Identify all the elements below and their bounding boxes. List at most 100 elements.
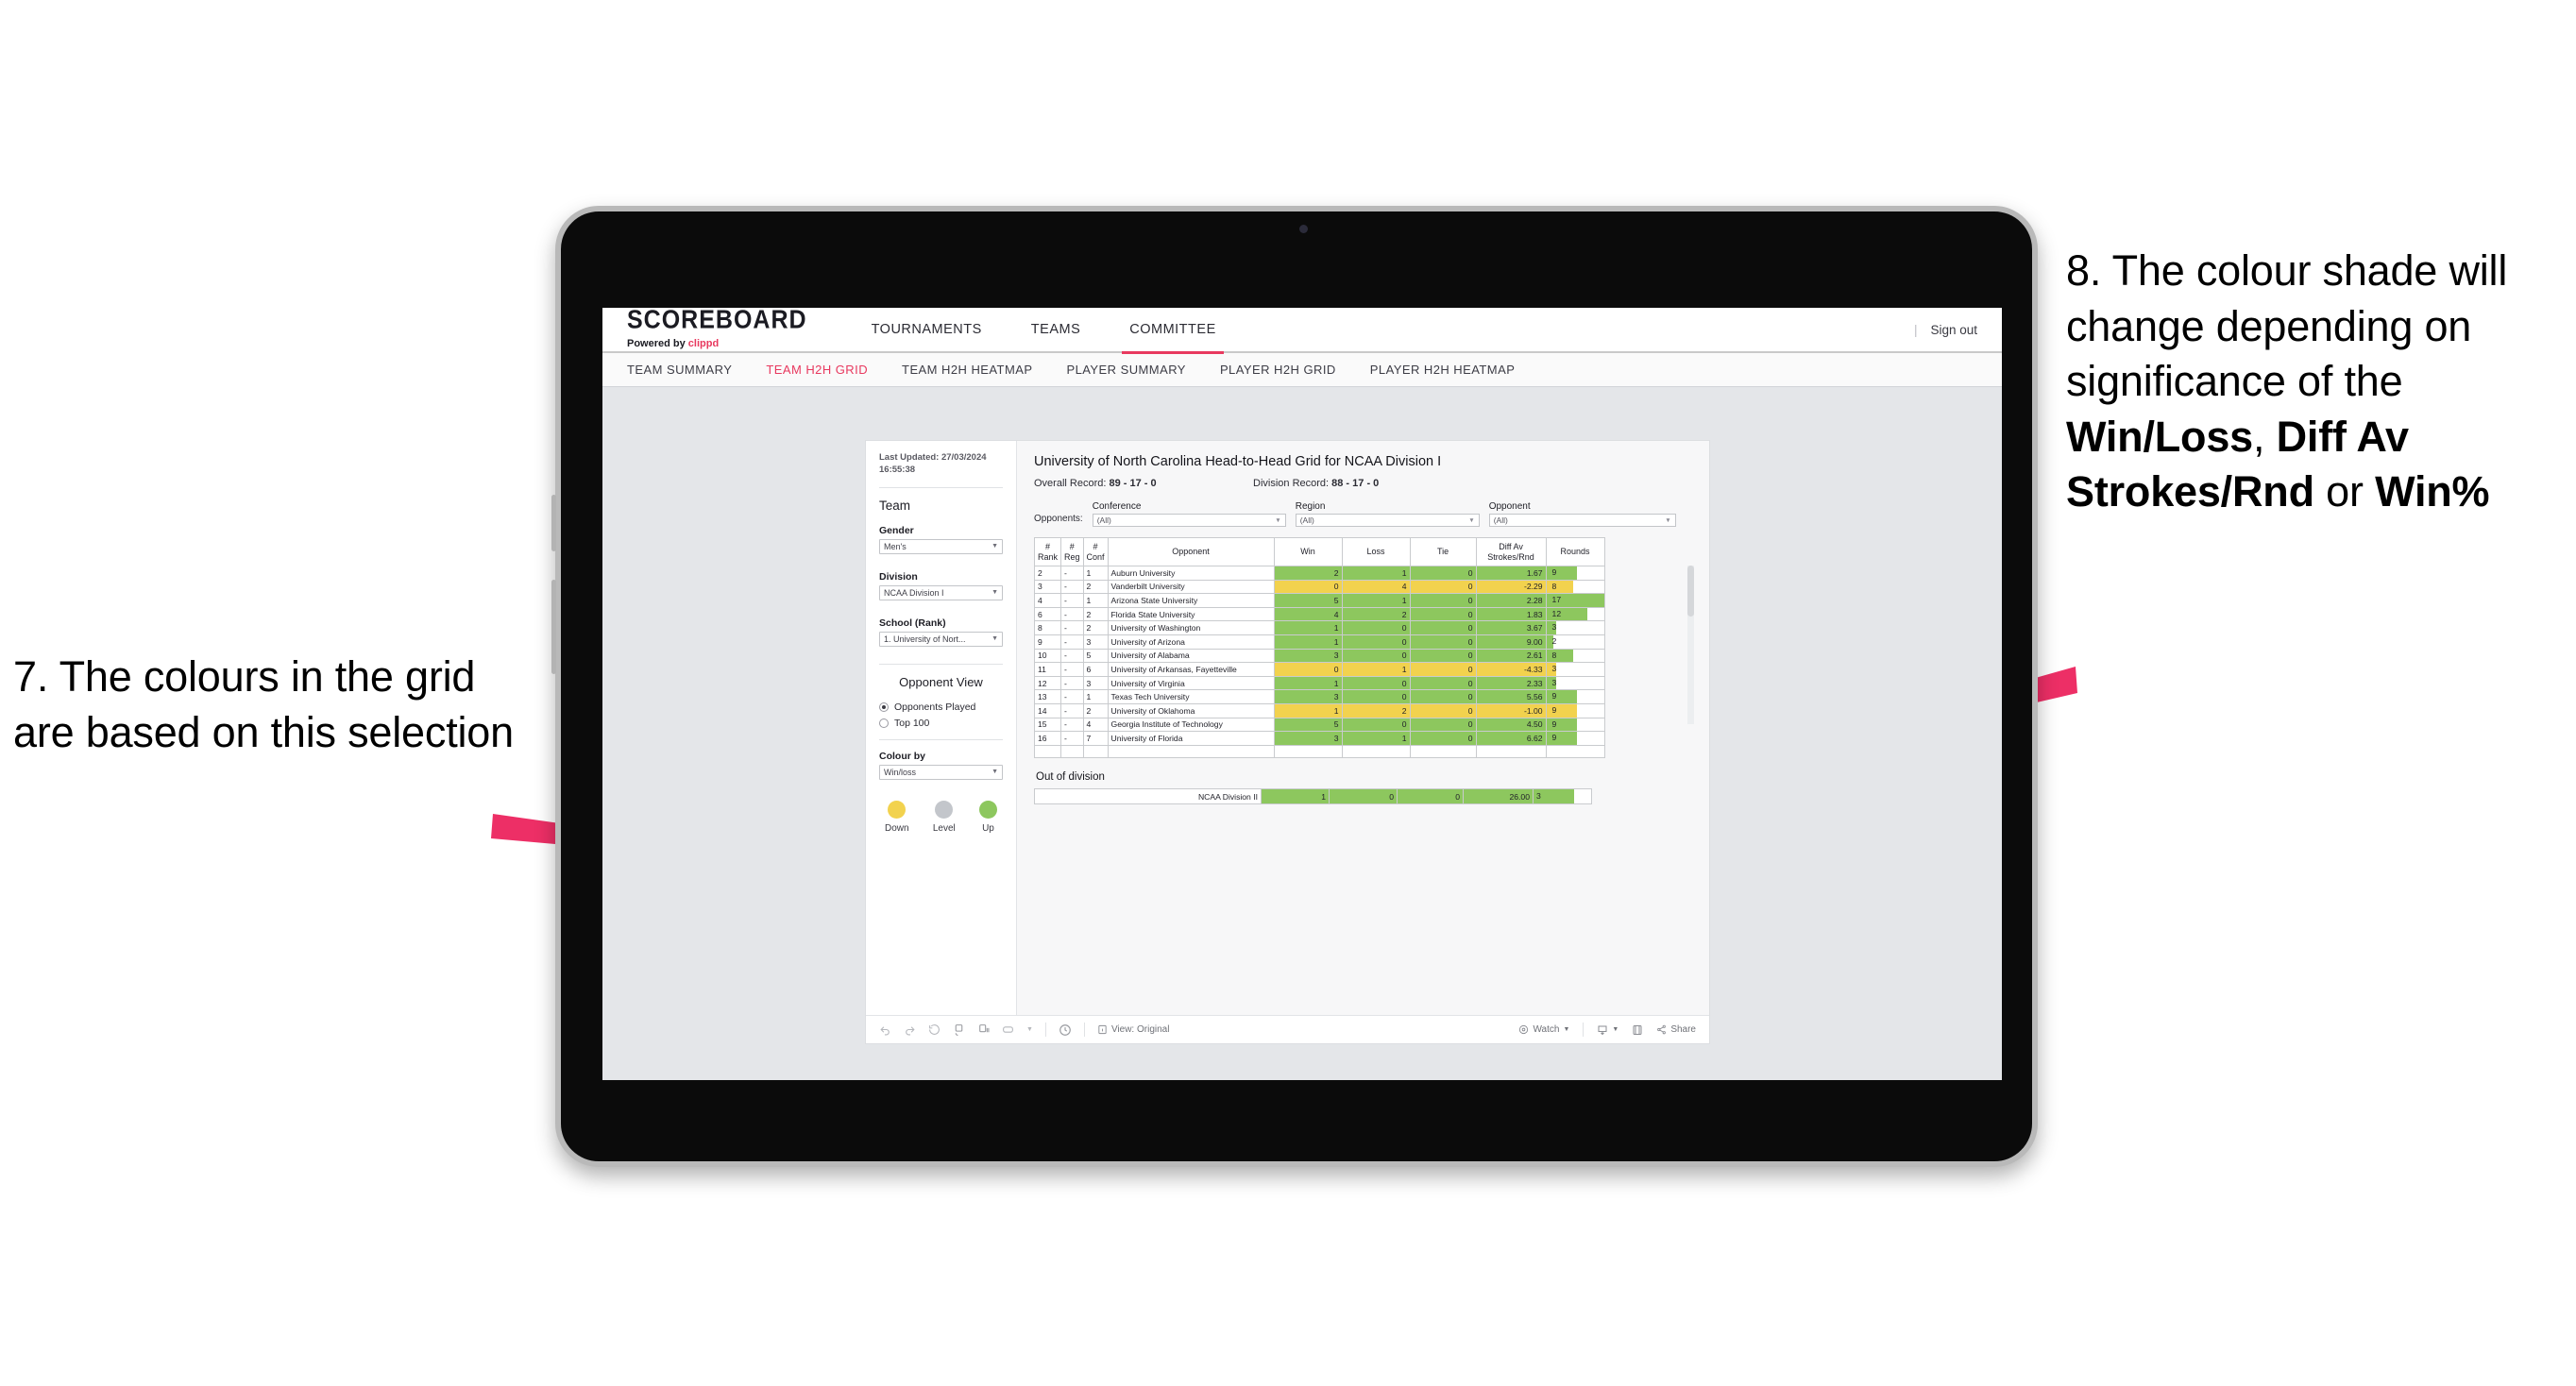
callout-8-text: 8. The colour shade will change dependin…: [2066, 244, 2576, 520]
main-nav-tabs: TOURNAMENTS TEAMS COMMITTEE: [847, 308, 1241, 354]
table-row[interactable]: 11-6 University of Arkansas, Fayetteville…: [1033, 662, 1605, 677]
view-original-button[interactable]: View: Original: [1097, 1024, 1169, 1035]
pause-clock-icon[interactable]: [1059, 1023, 1072, 1037]
chevron-down-icon[interactable]: ▼: [1026, 1026, 1033, 1033]
cell-conf: 3: [1082, 675, 1109, 691]
grid-col-header[interactable]: Rounds: [1545, 537, 1605, 566]
table-row[interactable]: 9-3 University of Arizona 1 0 0 9.00 2: [1033, 634, 1605, 650]
cell-blank: [1273, 744, 1343, 759]
colour-by-select[interactable]: Win/loss ▼: [879, 764, 1003, 780]
overall-record-label: Overall Record:: [1034, 478, 1110, 489]
scoreboard-logo[interactable]: SCOREBOARD Powered by clippd: [627, 308, 807, 349]
cell-diff: 9.00: [1475, 634, 1547, 650]
table-row[interactable]: 13-1 Texas Tech University 3 0 0 5.56 9: [1033, 689, 1605, 704]
cell-blank: [1082, 744, 1109, 759]
cell-rounds: 2: [1545, 634, 1605, 650]
division-record-value: 88 - 17 - 0: [1331, 478, 1380, 489]
radio-opponents-played[interactable]: Opponents Played: [879, 701, 1003, 713]
cell-conf: 7: [1082, 731, 1109, 746]
share-icon: [1657, 1024, 1667, 1035]
subtab-team-h2h-heatmap[interactable]: TEAM H2H HEATMAP: [902, 363, 1032, 377]
table-row[interactable]: 14-2 University of Oklahoma 1 2 0 -1.00 9: [1033, 702, 1605, 718]
subtab-player-h2h-grid[interactable]: PLAYER H2H GRID: [1220, 363, 1336, 377]
subtab-player-summary[interactable]: PLAYER SUMMARY: [1066, 363, 1185, 377]
grid-col-header[interactable]: Tie: [1409, 537, 1477, 566]
school-rank-select[interactable]: 1. University of Nort... ▼: [879, 631, 1003, 647]
cell-opponent: Georgia Institute of Technology: [1107, 717, 1275, 733]
device-layout-icon[interactable]: [1002, 1023, 1014, 1036]
table-row[interactable]: 2-1 Auburn University 2 1 0 1.67 9: [1033, 566, 1605, 581]
nav-tab-tournaments[interactable]: TOURNAMENTS: [847, 308, 1007, 352]
cell-tie: 0: [1409, 731, 1477, 746]
viz-toolbar: ▼ View: Original Watch ▼ ▼ Share: [866, 1015, 1709, 1043]
redo-icon[interactable]: [904, 1023, 916, 1036]
pause-auto-update-icon[interactable]: [977, 1023, 990, 1036]
cell-loss: 1: [1341, 593, 1411, 608]
cell-diff: 3.67: [1475, 620, 1547, 635]
legend-item-down: Down: [885, 800, 909, 834]
cell-rounds: 8: [1545, 579, 1605, 595]
share-button[interactable]: Share: [1656, 1024, 1696, 1035]
subtab-team-h2h-grid[interactable]: TEAM H2H GRID: [766, 363, 868, 377]
watch-button[interactable]: Watch ▼: [1518, 1024, 1569, 1035]
grid-scrollbar-thumb[interactable]: [1687, 566, 1694, 617]
table-row[interactable]: 16-7 University of Florida 3 1 0 6.62 9: [1033, 731, 1605, 746]
ood-cell-name: NCAA Division II: [1034, 788, 1262, 805]
table-row[interactable]: 6-2 Florida State University 4 2 0 1.83 12: [1033, 606, 1605, 622]
signout-area: | Sign out: [1914, 323, 1977, 337]
rounds-value: 9: [1551, 691, 1557, 701]
radio-off-icon: [879, 718, 889, 728]
cell-win: 3: [1273, 648, 1343, 664]
nav-tab-teams[interactable]: TEAMS: [1007, 308, 1105, 352]
grid-col-header[interactable]: # Conf: [1082, 537, 1109, 566]
brand-title: SCOREBOARD: [627, 308, 807, 335]
revert-icon[interactable]: [928, 1023, 941, 1036]
download-icon: [1598, 1025, 1607, 1035]
cell-conf: 2: [1082, 620, 1109, 635]
grid-col-header[interactable]: Win: [1273, 537, 1343, 566]
table-row[interactable]: 4-1 Arizona State University 5 1 0 2.28 17: [1033, 593, 1605, 608]
download-button[interactable]: ▼: [1597, 1024, 1618, 1036]
cell-win: 1: [1273, 675, 1343, 691]
conference-filter-select[interactable]: (All) ▼: [1092, 514, 1286, 527]
radio-top-100[interactable]: Top 100: [879, 718, 1003, 729]
rounds-value: 3: [1551, 664, 1557, 674]
signout-link[interactable]: Sign out: [1930, 323, 1977, 337]
fullscreen-icon[interactable]: [1632, 1024, 1643, 1036]
table-row[interactable]: 8-2 University of Washington 1 0 0 3.67 3: [1033, 620, 1605, 635]
cell-tie: 0: [1409, 579, 1477, 595]
cell-rank: 2: [1033, 566, 1062, 581]
table-row[interactable]: 3-2 Vanderbilt University 0 4 0 -2.29 8: [1033, 579, 1605, 595]
legend-item-up: Up: [978, 800, 997, 834]
cell-win: 0: [1273, 662, 1343, 677]
undo-icon[interactable]: [879, 1023, 891, 1036]
subtab-team-summary[interactable]: TEAM SUMMARY: [627, 363, 732, 377]
region-filter-select[interactable]: (All) ▼: [1295, 514, 1480, 527]
nav-tab-committee[interactable]: COMMITTEE: [1105, 308, 1241, 354]
cell-rounds: 9: [1545, 702, 1605, 718]
chevron-down-icon: ▼: [1275, 516, 1281, 524]
cell-blank: [1107, 744, 1275, 759]
opponent-filter-select[interactable]: (All) ▼: [1488, 514, 1676, 527]
table-row[interactable]: 10-5 University of Alabama 3 0 0 2.61 8: [1033, 648, 1605, 664]
cell-win: 1: [1273, 702, 1343, 718]
refresh-data-icon[interactable]: [953, 1023, 965, 1036]
cell-win: 3: [1273, 731, 1343, 746]
table-row[interactable]: 12-3 University of Virginia 1 0 0 2.33 3: [1033, 675, 1605, 691]
grid-col-header[interactable]: # Reg: [1060, 537, 1084, 566]
table-row[interactable]: 15-4 Georgia Institute of Technology 5 0 0 4.…: [1033, 717, 1605, 733]
legend-label-up: Up: [982, 822, 994, 834]
division-select[interactable]: NCAA Division I ▼: [879, 584, 1003, 600]
gender-select[interactable]: Men's ▼: [879, 538, 1003, 554]
subtab-player-h2h-heatmap[interactable]: PLAYER H2H HEATMAP: [1370, 363, 1516, 377]
legend-dot-up-icon: [978, 800, 997, 819]
cell-conf: 1: [1082, 566, 1109, 581]
rounds-value: 3: [1551, 622, 1557, 633]
grid-col-header[interactable]: Diff Av Strokes/Rnd: [1475, 537, 1547, 566]
chevron-down-icon: ▼: [1468, 516, 1475, 524]
cell-blank: [1341, 744, 1411, 759]
grid-col-header[interactable]: Opponent: [1107, 537, 1275, 566]
grid-col-header[interactable]: Loss: [1341, 537, 1411, 566]
division-record-label: Division Record:: [1253, 478, 1332, 489]
grid-col-header[interactable]: # Rank: [1033, 537, 1062, 566]
